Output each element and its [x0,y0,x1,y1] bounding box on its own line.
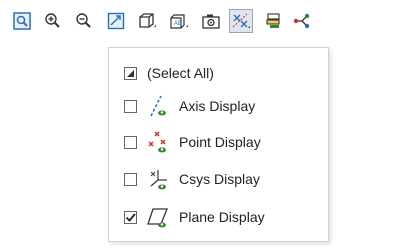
menu-item-axis-display[interactable]: Axis Display [109,90,328,122]
partial-checkbox[interactable] [124,66,137,80]
unchecked-checkbox[interactable] [124,99,137,113]
saved-orientations-button[interactable] [135,9,159,33]
menu-item-csys-display[interactable]: Csys Display [109,163,328,195]
datum-display-icon [232,13,250,28]
zoom-in-icon [45,13,60,28]
menu-item-label: Point Display [179,134,261,150]
branch-icon [293,13,310,29]
menu-item-label: Plane Display [179,209,265,225]
view-toolbar: AB [0,0,405,40]
menu-item-select-all[interactable]: (Select All) [109,57,328,89]
rotate-view-icon [107,12,125,30]
unchecked-checkbox[interactable] [124,135,137,149]
axis-display-icon [147,94,169,118]
zoom-out-button[interactable] [72,9,96,33]
branch-button[interactable] [290,9,314,33]
layer-button[interactable] [262,9,286,33]
point-display-icon [147,130,169,154]
reorient-button[interactable] [104,9,128,33]
csys-display-icon [147,167,169,191]
render-style-icon: AB [170,14,188,29]
zoom-out-icon [76,13,91,28]
fit-icon [13,12,31,30]
camera-icon [202,14,220,29]
menu-item-label: Csys Display [179,171,260,187]
unchecked-checkbox[interactable] [124,172,137,186]
menu-item-point-display[interactable]: Point Display [109,126,328,158]
zoom-in-button[interactable] [41,9,65,33]
datum-display-menu: (Select All) Axis Display Point Display … [108,47,329,242]
render-button[interactable] [199,9,223,33]
view-cube-icon [139,13,156,28]
fit-view-button[interactable] [10,9,34,33]
display-style-button[interactable]: AB [167,9,191,33]
menu-item-plane-display[interactable]: Plane Display [109,201,328,233]
menu-item-label: Axis Display [179,98,256,114]
plane-display-icon [147,205,169,229]
layer-icon [266,13,280,28]
datum-display-button[interactable] [229,9,253,33]
menu-item-label: (Select All) [147,65,214,81]
svg-text:AB: AB [174,21,182,27]
checked-checkbox[interactable] [124,210,137,224]
